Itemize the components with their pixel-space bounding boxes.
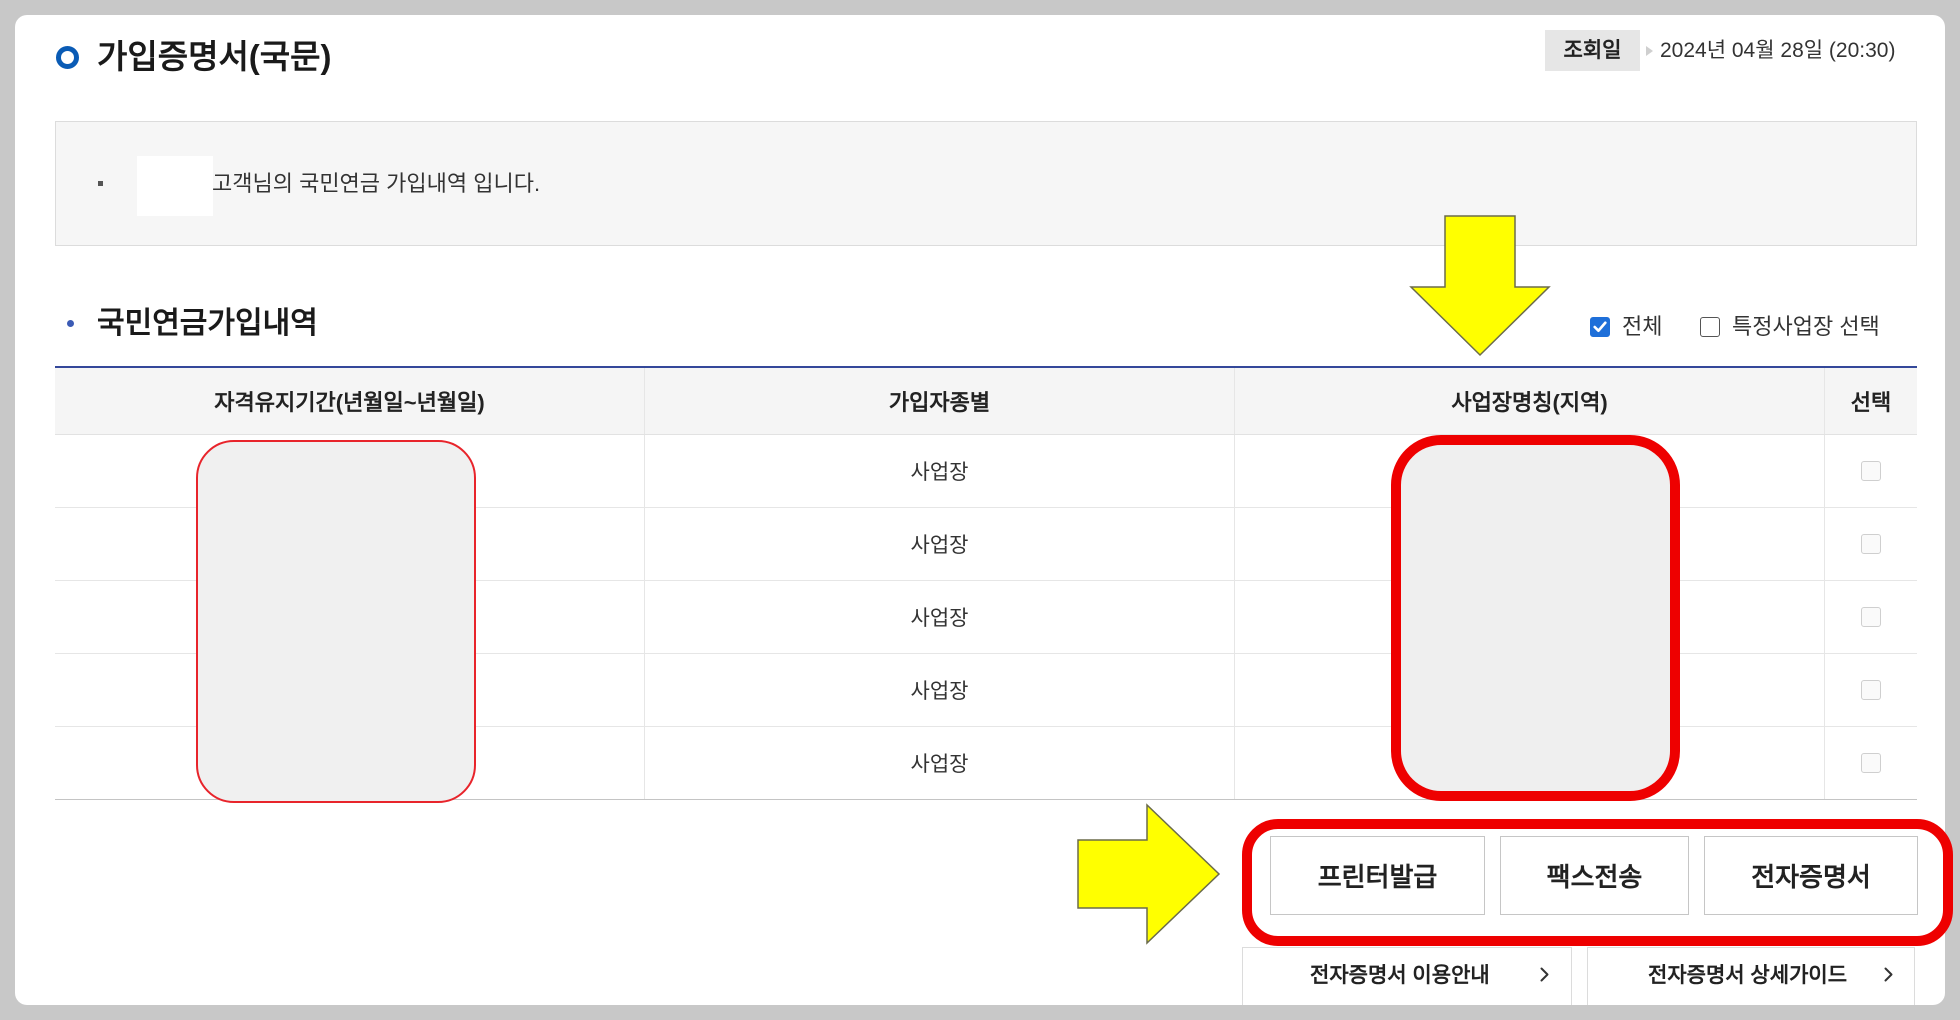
printer-issue-button[interactable]: 프린터발급 — [1270, 836, 1485, 915]
section-title: 국민연금가입내역 — [97, 307, 318, 340]
dot-icon — [67, 320, 74, 327]
inquiry-date-value: 2024년 04월 28일 (20:30) — [1660, 39, 1896, 62]
row-select-checkbox[interactable] — [1861, 461, 1881, 481]
chevron-right-icon — [1540, 967, 1549, 982]
ring-icon — [56, 46, 79, 69]
triangle-right-icon — [1646, 46, 1653, 56]
arrow-right-icon — [1077, 803, 1221, 945]
checkmark-icon — [1593, 321, 1607, 333]
member-type-cell: 사업장 — [645, 727, 1235, 799]
member-type-cell: 사업장 — [645, 435, 1235, 507]
select-cell — [1825, 581, 1917, 653]
page-title: 가입증명서(국문) — [97, 38, 332, 75]
e-certificate-usage-link[interactable]: 전자증명서 이용안내 — [1242, 947, 1572, 1005]
table-header-row: 자격유지기간(년월일~년월일) 가입자종별 사업장명칭(지역) 선택 — [55, 368, 1917, 435]
select-cell — [1825, 654, 1917, 726]
column-header-period: 자격유지기간(년월일~년월일) — [55, 368, 645, 434]
column-header-workplace: 사업장명칭(지역) — [1235, 368, 1825, 434]
select-cell — [1825, 435, 1917, 507]
link-label: 전자증명서 이용안내 — [1310, 964, 1490, 987]
arrow-down-icon — [1409, 215, 1551, 357]
notice-text: 고객님의 국민연금 가입내역 입니다. — [212, 171, 541, 196]
column-header-member-type: 가입자종별 — [645, 368, 1235, 434]
row-select-checkbox[interactable] — [1861, 753, 1881, 773]
fax-send-button[interactable]: 팩스전송 — [1500, 836, 1689, 915]
filter-all-checkbox[interactable] — [1590, 317, 1610, 337]
row-select-checkbox[interactable] — [1861, 680, 1881, 700]
filter-specific-workplace-label[interactable]: 특정사업장 선택 — [1732, 312, 1880, 342]
inquiry-date-label: 조회일 — [1545, 30, 1640, 71]
e-certificate-button[interactable]: 전자증명서 — [1704, 836, 1918, 915]
member-type-cell: 사업장 — [645, 654, 1235, 726]
column-header-select: 선택 — [1850, 390, 1892, 415]
chevron-right-icon — [1884, 967, 1893, 982]
select-cell — [1825, 508, 1917, 580]
filter-all-label[interactable]: 전체 — [1622, 312, 1662, 342]
row-select-checkbox[interactable] — [1861, 607, 1881, 627]
redaction-box-name — [137, 156, 213, 216]
highlight-box-workplace — [1391, 435, 1680, 801]
filter-specific-workplace-checkbox[interactable] — [1700, 317, 1720, 337]
select-cell — [1825, 727, 1917, 799]
row-select-checkbox[interactable] — [1861, 534, 1881, 554]
member-type-cell: 사업장 — [645, 508, 1235, 580]
member-type-cell: 사업장 — [645, 581, 1235, 653]
link-label: 전자증명서 상세가이드 — [1648, 964, 1848, 987]
bullet-icon — [98, 181, 103, 186]
e-certificate-guide-link[interactable]: 전자증명서 상세가이드 — [1587, 947, 1915, 1005]
redaction-box-period — [196, 440, 476, 803]
